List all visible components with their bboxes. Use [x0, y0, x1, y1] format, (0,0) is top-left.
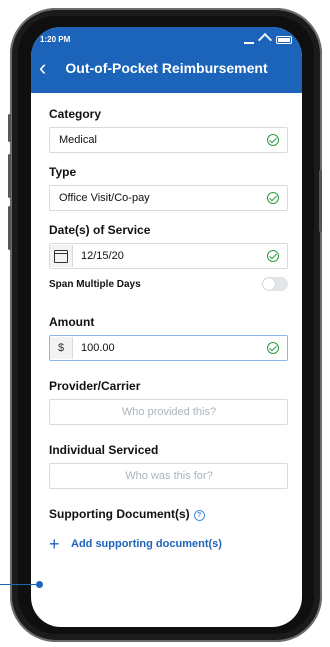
amount-value: 100.00	[81, 342, 115, 354]
phone-side-button	[319, 170, 322, 232]
category-label: Category	[49, 107, 102, 121]
app-screen: 1:20 PM ‹ Out-of-Pocket Reimbursement Ca…	[31, 27, 302, 627]
status-time: 1:20 PM	[40, 35, 71, 44]
dates-label: Date(s) of Service	[49, 223, 151, 237]
provider-placeholder: Who provided this?	[121, 406, 217, 418]
status-bar: 1:20 PM	[40, 32, 292, 48]
span-multiple-days-row: Span Multiple Days	[49, 277, 288, 291]
provider-label: Provider/Carrier	[49, 379, 141, 393]
plus-icon: +	[49, 534, 60, 554]
callout-dot	[36, 581, 43, 588]
phone-side-button	[8, 114, 11, 142]
status-icons	[244, 32, 292, 48]
callout-line	[0, 584, 39, 585]
supporting-documents-text: Supporting Document(s)	[49, 507, 190, 521]
date-value: 12/15/20	[81, 250, 124, 262]
check-circle-icon	[267, 192, 279, 204]
check-circle-icon	[267, 134, 279, 146]
span-label: Span Multiple Days	[49, 278, 141, 290]
type-value: Office Visit/Co-pay	[59, 192, 150, 204]
add-document-label: Add supporting document(s)	[71, 538, 222, 550]
signal-icon	[244, 36, 254, 44]
page-title: Out-of-Pocket Reimbursement	[65, 60, 268, 76]
add-document-button[interactable]: + Add supporting document(s)	[49, 535, 288, 553]
app-header: 1:20 PM ‹ Out-of-Pocket Reimbursement	[31, 27, 302, 93]
type-field[interactable]: Office Visit/Co-pay	[49, 185, 288, 211]
battery-icon	[276, 36, 292, 44]
provider-input[interactable]: Who provided this?	[49, 399, 288, 425]
wifi-icon	[257, 32, 273, 48]
individual-input[interactable]: Who was this for?	[49, 463, 288, 489]
span-toggle[interactable]	[262, 277, 288, 291]
calendar-icon[interactable]	[50, 245, 73, 267]
supporting-documents-label: Supporting Document(s)?	[49, 507, 288, 521]
check-circle-icon	[267, 250, 279, 262]
phone-side-button	[8, 206, 11, 250]
currency-prefix: $	[50, 337, 73, 359]
type-label: Type	[49, 165, 77, 179]
phone-side-button	[8, 154, 11, 198]
check-circle-icon	[267, 342, 279, 354]
category-value: Medical	[59, 134, 97, 146]
category-field[interactable]: Medical	[49, 127, 288, 153]
info-icon[interactable]: ?	[193, 510, 205, 521]
individual-placeholder: Who was this for?	[125, 470, 213, 482]
date-of-service-field[interactable]: 12/15/20	[49, 243, 288, 269]
reimbursement-form: Category Medical Type Office Visit/Co-pa…	[49, 107, 288, 553]
individual-label: Individual Serviced	[49, 443, 159, 457]
amount-field[interactable]: $ 100.00	[49, 335, 288, 361]
amount-label: Amount	[49, 315, 95, 329]
